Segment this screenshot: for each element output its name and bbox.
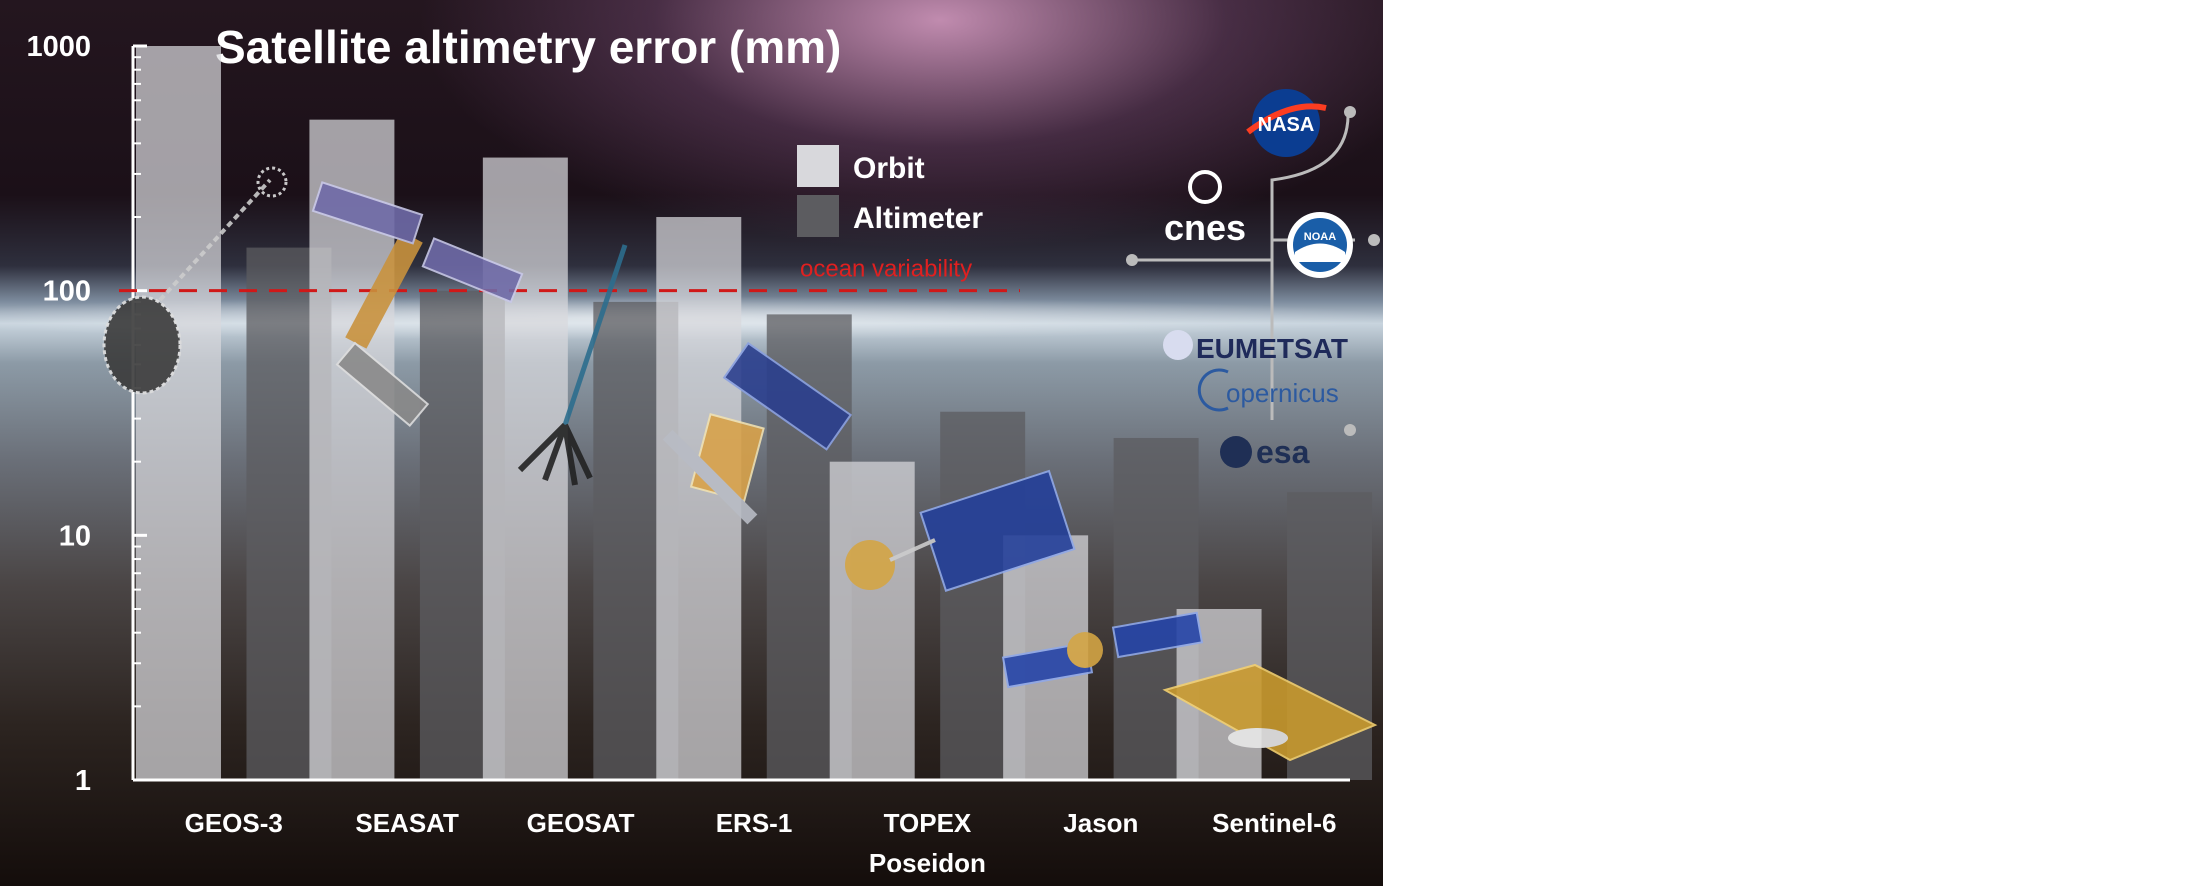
connector-dot-icon (1344, 106, 1356, 118)
altimetry-error-chart: Satellite altimetry error (mm) 1 10 100 100… (0, 21, 1383, 878)
nasa-logo-text: NASA (1258, 114, 1315, 136)
nasa-logo-icon: NASA (1246, 89, 1327, 157)
legend: Orbit Altimeter (797, 145, 983, 237)
noaa-logo-icon: NOAA (1287, 212, 1353, 278)
x-category-label: GEOS-3 (185, 808, 283, 838)
eumetsat-logo-icon: EUMETSAT (1163, 330, 1348, 364)
orbit-bar (136, 46, 221, 780)
orbit-bar (829, 461, 915, 780)
cnes-logo-text: cnes (1164, 207, 1246, 248)
y-tick-label: 10 (59, 520, 91, 552)
cnes-logo-icon: cnes (1164, 170, 1246, 248)
x-category-label: Sentinel-6 (1212, 808, 1336, 838)
esa-logo-text: esa (1256, 434, 1310, 470)
legend-swatch (797, 145, 839, 187)
agency-logos: NASA cnes NOAA EUMETSAT opernicus esa (1126, 89, 1380, 470)
eumetsat-logo-text: EUMETSAT (1196, 333, 1348, 364)
y-tick-label: 1000 (26, 31, 91, 63)
legend-swatch (797, 195, 839, 237)
connector-dot-icon (1126, 254, 1138, 266)
chart-title: Satellite altimetry error (mm) (215, 21, 841, 73)
esa-logo-icon: esa (1220, 434, 1310, 470)
y-tick-label: 100 (43, 276, 91, 308)
connector-dot-icon (1368, 234, 1380, 246)
x-category-label: ERS-1 (716, 808, 793, 838)
chart-panel: Satellite altimetry error (mm) 1 10 100 100… (0, 0, 1383, 886)
x-category-label: GEOSAT (527, 808, 635, 838)
ocean-variability-label: ocean variability (800, 256, 972, 283)
x-category-label: Poseidon (869, 848, 986, 878)
connector-dot-icon (1344, 424, 1356, 436)
legend-label: Altimeter (853, 202, 983, 235)
x-axis-labels: GEOS-3 SEASAT GEOSAT ERS-1 TOPEX Poseidon Jaso… (185, 808, 1337, 878)
x-category-label: Jason (1063, 808, 1138, 838)
x-category-label: SEASAT (355, 808, 459, 838)
x-category-label: TOPEX (884, 808, 972, 838)
bars-group (136, 46, 1373, 781)
y-tick-label: 1 (75, 765, 91, 797)
copernicus-logo-icon: opernicus (1197, 368, 1339, 412)
copernicus-logo-text: opernicus (1226, 378, 1339, 408)
noaa-logo-text: NOAA (1304, 231, 1336, 243)
legend-label: Orbit (853, 152, 925, 185)
